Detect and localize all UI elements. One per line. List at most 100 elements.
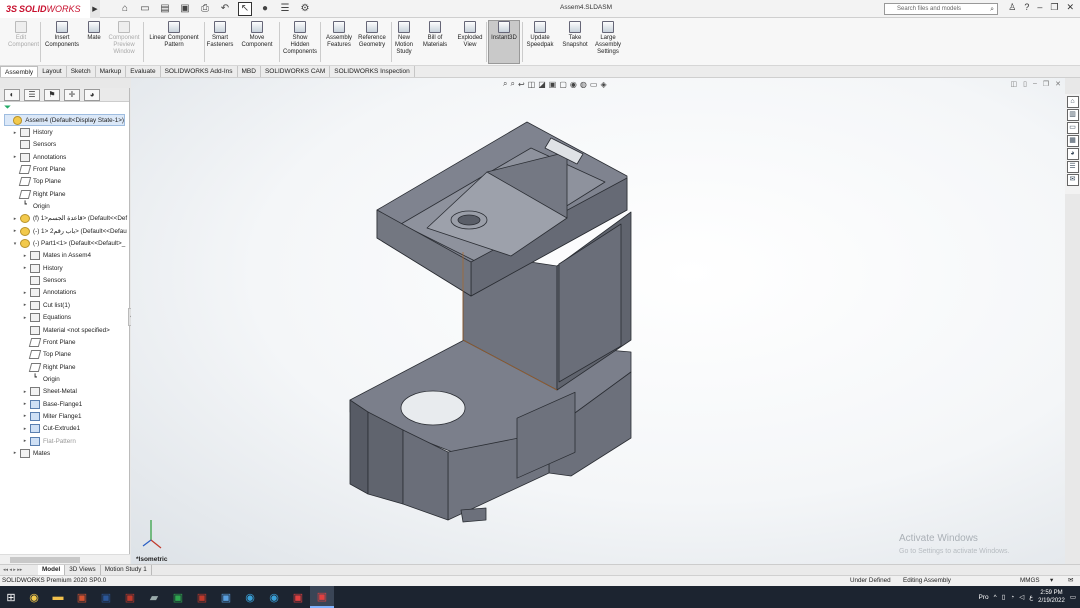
graphics-area[interactable]: ⌕ ⌕ ↩ ◫ ◪ ▣ ▢ ◉ ◍ ▭ ◈ ◫ ▯ – ❐ ✕ *Isometr… xyxy=(131,78,1065,564)
battery-icon[interactable]: ▯ xyxy=(1002,593,1006,601)
display-manager-icon[interactable]: ◕ xyxy=(84,88,100,101)
volume-icon[interactable]: ◁ xyxy=(1019,593,1024,601)
tree-item[interactable]: ▸ Sheet-Metal xyxy=(0,386,129,398)
expand-arrow-icon[interactable]: ▾ xyxy=(12,241,18,247)
smart-fasteners-button[interactable]: Smart Fasteners xyxy=(205,21,235,49)
tab-sketch[interactable]: Sketch xyxy=(67,66,96,77)
undo-icon[interactable]: ↶ xyxy=(218,2,232,16)
file-properties-icon[interactable]: ☰ xyxy=(278,2,292,16)
user-icon[interactable]: ♙ xyxy=(1008,2,1016,13)
help-button[interactable]: ? xyxy=(1024,2,1029,13)
tree-item[interactable]: ▸ Equations xyxy=(0,312,129,324)
tree-item[interactable]: ▸ Base-Flange1 xyxy=(0,398,129,410)
telegram-icon[interactable]: ◉ xyxy=(262,586,286,608)
linear-component-pattern-button[interactable]: Linear Component Pattern xyxy=(146,21,202,49)
tree-item[interactable]: ┗ Origin xyxy=(0,373,129,385)
tab-navigation-arrows[interactable]: ◂◂ ◂ ▸ ▸▸ xyxy=(0,567,38,573)
tab-markup[interactable]: Markup xyxy=(96,66,127,77)
tab-mbd[interactable]: MBD xyxy=(238,66,261,77)
chrome-icon[interactable]: ◉ xyxy=(22,586,46,608)
exploded-view-button[interactable]: Exploded View xyxy=(455,21,485,49)
feature-tree-icon[interactable]: ◐ xyxy=(4,88,20,101)
tab-solidworks-inspection[interactable]: SOLIDWORKS Inspection xyxy=(330,66,415,77)
expand-arrow-icon[interactable]: ▸ xyxy=(12,154,18,160)
appearances-icon[interactable]: ◕ xyxy=(1066,148,1079,160)
expand-arrow-icon[interactable]: ▸ xyxy=(22,265,28,271)
tree-item[interactable]: Sensors xyxy=(0,274,129,286)
design-library-icon[interactable]: ▥ xyxy=(1066,109,1079,121)
excel-icon[interactable]: ▣ xyxy=(166,586,190,608)
unit-system[interactable]: MMGS xyxy=(1020,576,1040,586)
notifications-icon[interactable]: ▭ xyxy=(1070,593,1076,601)
tree-item[interactable]: ▸ Cut-Extrude1 xyxy=(0,423,129,435)
component-preview-button[interactable]: Component Preview Window xyxy=(106,21,142,56)
expand-arrow-icon[interactable]: ▸ xyxy=(22,302,28,308)
tree-item[interactable]: Material <not specified> xyxy=(0,324,129,336)
edge-icon[interactable]: ◉ xyxy=(238,586,262,608)
tab-assembly[interactable]: Assembly xyxy=(0,66,39,77)
move-component-button[interactable]: Move Component xyxy=(238,21,276,49)
tree-item[interactable]: ▸ Annotations xyxy=(0,151,129,163)
tree-item[interactable]: ┗ Origin xyxy=(0,200,129,212)
instant3d-button[interactable]: Instant3D xyxy=(488,20,520,64)
scrollbar-thumb[interactable] xyxy=(10,557,80,563)
unit-dropdown-icon[interactable]: ▾ xyxy=(1050,576,1053,586)
tree-item[interactable]: Front Plane xyxy=(0,336,129,348)
expand-arrow-icon[interactable]: ▸ xyxy=(12,228,18,234)
tree-item[interactable]: Top Plane xyxy=(0,176,129,188)
tray-expand-icon[interactable]: ^ xyxy=(994,594,997,601)
chat-icon[interactable]: ✉ xyxy=(1068,576,1073,586)
tab-layout[interactable]: Layout xyxy=(38,66,67,77)
windows-start-icon[interactable]: ⊞ xyxy=(0,586,22,608)
tree-item[interactable]: Front Plane xyxy=(0,163,129,175)
mate-button[interactable]: Mate xyxy=(86,21,102,42)
tree-item[interactable]: ▸ Annotations xyxy=(0,287,129,299)
clock[interactable]: 2:59 PM 2/19/2022 xyxy=(1038,589,1065,605)
media-app-icon[interactable]: ▣ xyxy=(118,586,142,608)
tree-item[interactable]: ▸ Cut list(1) xyxy=(0,299,129,311)
new-icon[interactable]: ▭ xyxy=(138,2,152,16)
tree-item[interactable]: Right Plane xyxy=(0,361,129,373)
expand-arrow-icon[interactable]: ▸ xyxy=(22,413,28,419)
bottom-tab-model[interactable]: Model xyxy=(38,565,66,575)
tab-solidworks-add-ins[interactable]: SOLIDWORKS Add-Ins xyxy=(161,66,238,77)
expand-arrow-icon[interactable]: ▸ xyxy=(22,389,28,395)
expand-arrow-icon[interactable]: ▸ xyxy=(22,315,28,321)
solidworks-logo[interactable]: 3S SOLID WORKS xyxy=(0,0,90,18)
search-icon[interactable]: ⌕ xyxy=(990,5,994,15)
tree-item[interactable]: ▸ History xyxy=(0,126,129,138)
home-icon[interactable]: ⌂ xyxy=(118,2,132,16)
expand-arrow-icon[interactable]: ▸ xyxy=(22,401,28,407)
tree-item[interactable]: ▸ Flat-Pattern xyxy=(0,435,129,447)
configuration-manager-icon[interactable]: ⚑ xyxy=(44,88,60,101)
tree-item[interactable]: ▸ Miter Flange1 xyxy=(0,410,129,422)
file-explorer-taskbar-icon[interactable]: ▬ xyxy=(46,586,70,608)
rebuild-icon[interactable]: ● xyxy=(258,2,272,16)
tree-horizontal-scrollbar[interactable] xyxy=(0,554,130,564)
acrobat-icon[interactable]: ▣ xyxy=(190,586,214,608)
keyboard-language[interactable]: ع xyxy=(1029,593,1033,601)
folder-app-icon[interactable]: ▰ xyxy=(142,586,166,608)
network-icon[interactable]: ◔ xyxy=(1010,594,1014,601)
expand-arrow-icon[interactable]: ▸ xyxy=(12,130,18,136)
restore-icon[interactable]: ❐ xyxy=(1050,2,1058,13)
tree-item[interactable]: ▸ History xyxy=(0,262,129,274)
print-icon[interactable]: ⎙ xyxy=(198,2,212,16)
tree-item[interactable]: ▾ (-) Part1<1> (Default<<Default>_ xyxy=(0,237,129,249)
options-icon[interactable]: ⚙ xyxy=(298,2,312,16)
search-box[interactable]: Search files and models ⌕ xyxy=(884,3,998,15)
show-hidden-components-button[interactable]: Show Hidden Components xyxy=(281,21,319,56)
file-explorer-icon[interactable]: ▭ xyxy=(1066,122,1079,134)
expand-arrow-icon[interactable]: ▸ xyxy=(22,438,28,444)
insert-components-button[interactable]: Insert Components xyxy=(42,21,82,49)
forum-icon[interactable]: ✉ xyxy=(1066,174,1079,186)
expand-arrow-icon[interactable]: ▸ xyxy=(22,290,28,296)
bottom-tab-3d-views[interactable]: 3D Views xyxy=(65,565,101,575)
take-snapshot-button[interactable]: Take Snapshot xyxy=(560,21,590,49)
assembly-3d-model[interactable] xyxy=(131,78,1065,564)
tree-item[interactable]: ▸ (f) قاعدة الجسم<1> (Default<<Def xyxy=(0,213,129,225)
update-speedpak-button[interactable]: Update Speedpak xyxy=(524,21,556,49)
reference-geometry-button[interactable]: Reference Geometry xyxy=(356,21,388,49)
tab-solidworks-cam[interactable]: SOLIDWORKS CAM xyxy=(261,66,331,77)
menu-expand-arrow-icon[interactable]: ▶ xyxy=(90,0,100,18)
